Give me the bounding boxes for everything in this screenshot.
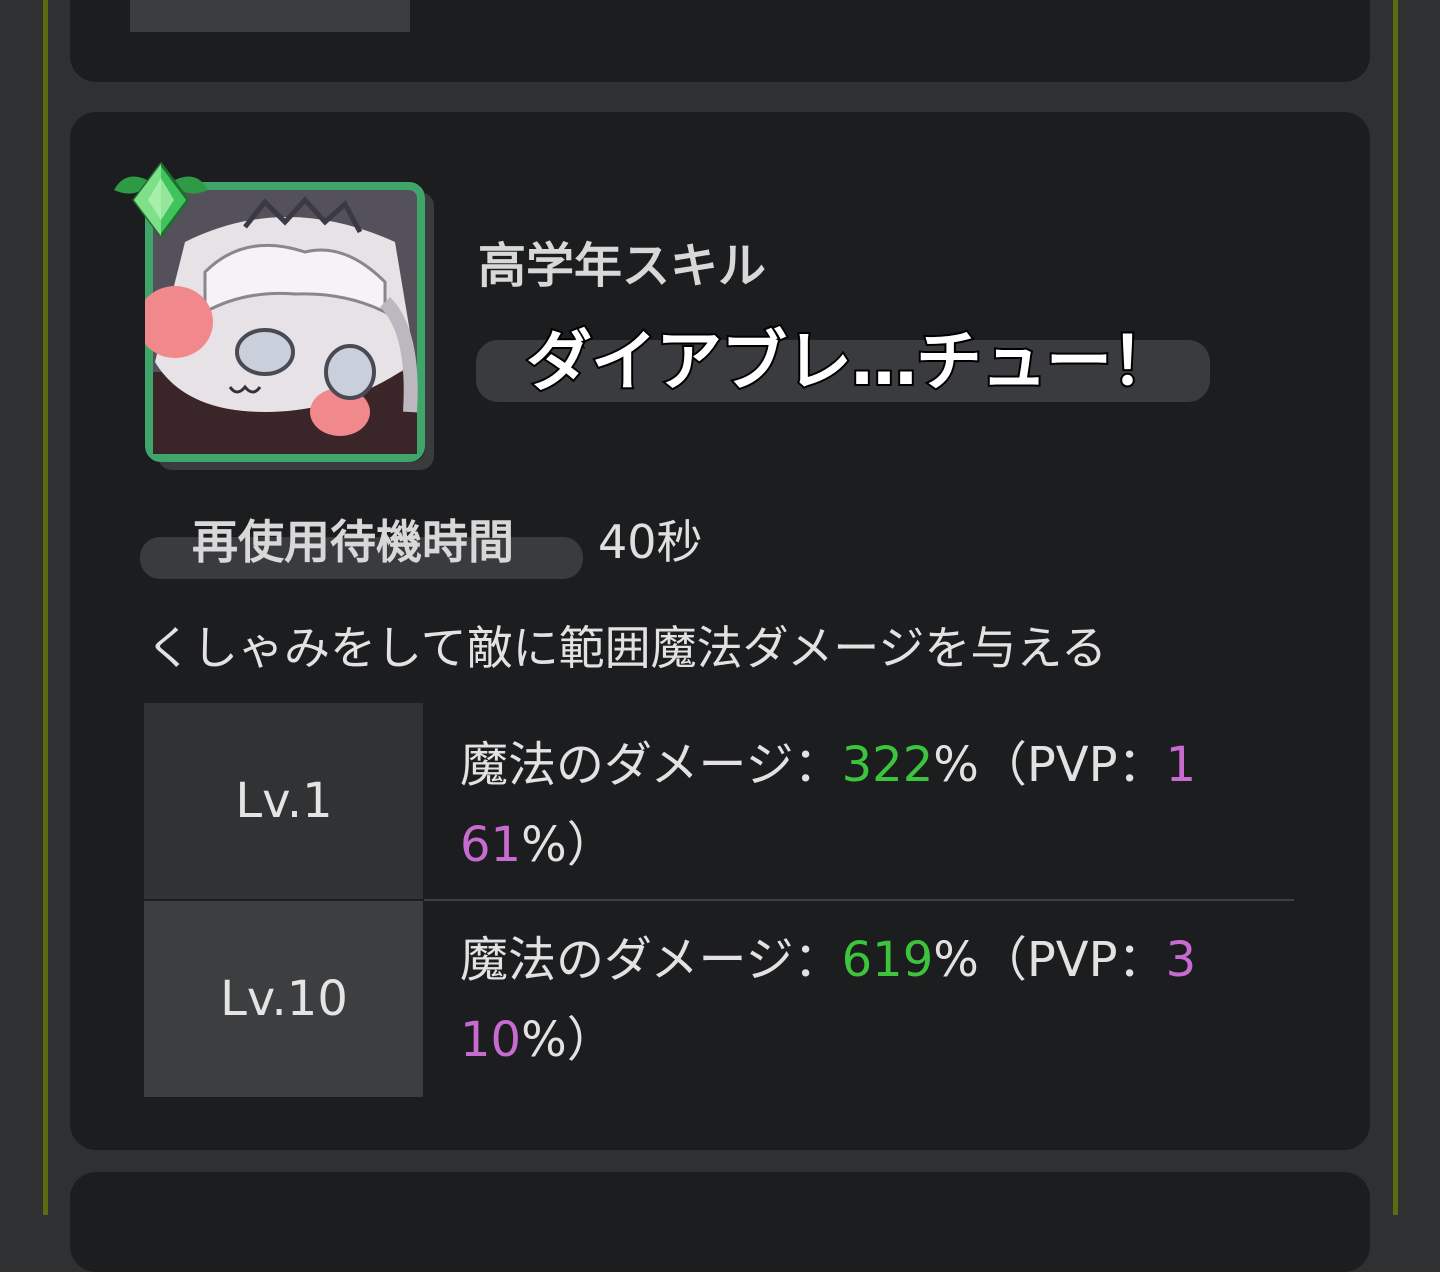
- skill-description: くしゃみをして敵に範囲魔法ダメージを与える: [146, 621, 1107, 675]
- cooldown-label: 再使用待機時間: [192, 515, 514, 569]
- next-skill-card: [70, 1172, 1370, 1272]
- pvp-open: %（PVP：: [933, 932, 1166, 988]
- damage-value: 619: [841, 932, 934, 988]
- previous-card-cell: [130, 0, 410, 32]
- pvp-open: %（PVP：: [933, 737, 1166, 793]
- effect-prefix: 魔法のダメージ：: [460, 737, 842, 793]
- right-rail: [1393, 0, 1398, 1215]
- left-rail: [43, 0, 48, 1215]
- effect-prefix: 魔法のダメージ：: [460, 932, 842, 988]
- table-row-divider: [424, 899, 1294, 901]
- pvp-value-part1: 1: [1165, 737, 1197, 793]
- level-1-effect: 魔法のダメージ：322%（PVP：1 61%）: [460, 725, 1260, 885]
- skill-card: 高学年スキル ダイアブレ…チュー！ 再使用待機時間 40秒 くしゃみをして敵に範…: [70, 112, 1370, 1150]
- green-gem-icon: [114, 161, 208, 239]
- pvp-value-part2: 10: [460, 1012, 522, 1068]
- pvp-value-part1: 3: [1165, 932, 1197, 988]
- skill-type-label: 高学年スキル: [478, 238, 767, 294]
- level-10-effect: 魔法のダメージ：619%（PVP：3 10%）: [460, 920, 1260, 1080]
- level-label-1: Lv.1: [144, 703, 424, 899]
- skill-name: ダイアブレ…チュー！: [524, 321, 1179, 402]
- damage-value: 322: [841, 737, 934, 793]
- previous-skill-card: [70, 0, 1370, 82]
- effect-close: %）: [521, 817, 615, 873]
- pvp-value-part2: 61: [460, 817, 522, 873]
- level-label-10: Lv.10: [144, 901, 424, 1097]
- effect-close: %）: [521, 1012, 615, 1068]
- cooldown-value: 40秒: [598, 515, 703, 569]
